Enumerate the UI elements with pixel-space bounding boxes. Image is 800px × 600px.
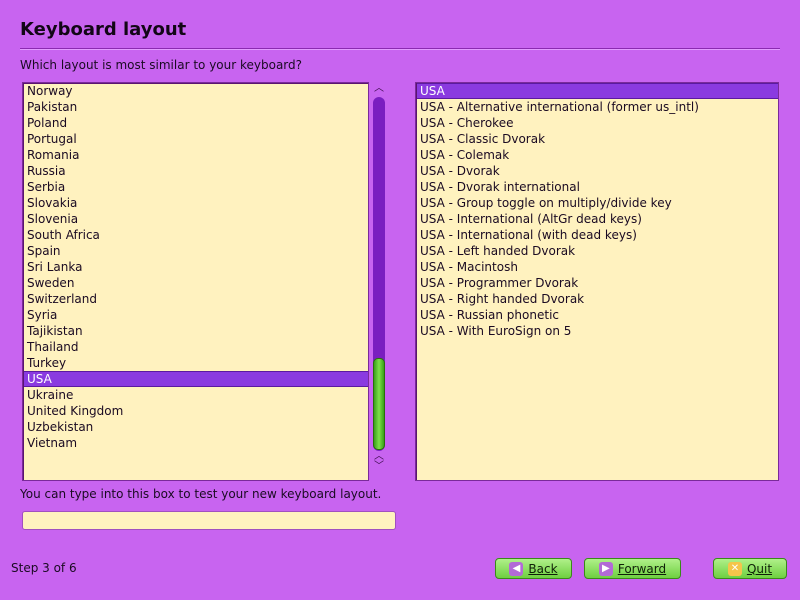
country-list-scrollbar[interactable]: ︿ ︿ ﹀ bbox=[370, 82, 388, 479]
variants-item[interactable]: USA - Dvorak international bbox=[417, 179, 778, 195]
forward-button[interactable]: ▶ Forward bbox=[584, 558, 681, 579]
countries-item[interactable]: Ukraine bbox=[24, 387, 368, 403]
countries-item[interactable]: Slovenia bbox=[24, 211, 368, 227]
arrow-right-icon: ▶ bbox=[598, 561, 613, 576]
countries-item[interactable]: Romania bbox=[24, 147, 368, 163]
chevron-up-icon[interactable]: ︿ bbox=[370, 82, 388, 96]
variants-item[interactable]: USA - Right handed Dvorak bbox=[417, 291, 778, 307]
quit-button[interactable]: ✕ Quit bbox=[713, 558, 787, 579]
countries-item[interactable]: Spain bbox=[24, 243, 368, 259]
scrollbar-thumb[interactable] bbox=[373, 358, 385, 450]
variants-item[interactable]: USA - Programmer Dvorak bbox=[417, 275, 778, 291]
countries-item[interactable]: Slovakia bbox=[24, 195, 368, 211]
variants-item[interactable]: USA - International (AltGr dead keys) bbox=[417, 211, 778, 227]
keyboard-test-input[interactable] bbox=[22, 511, 396, 530]
variants-item-selected[interactable]: USA bbox=[417, 83, 778, 99]
countries-item[interactable]: Pakistan bbox=[24, 99, 368, 115]
test-hint: You can type into this box to test your … bbox=[20, 487, 382, 501]
countries-item[interactable]: Thailand bbox=[24, 339, 368, 355]
countries-item[interactable]: Russia bbox=[24, 163, 368, 179]
countries-item[interactable]: Sweden bbox=[24, 275, 368, 291]
country-list[interactable]: Norway Pakistan Poland Portugal Romania Russi… bbox=[22, 82, 369, 481]
countries-item[interactable]: Poland bbox=[24, 115, 368, 131]
countries-item[interactable]: Sri Lanka bbox=[24, 259, 368, 275]
countries-item[interactable]: Norway bbox=[24, 83, 368, 99]
back-button[interactable]: ◀ Back bbox=[495, 558, 572, 579]
variant-list-items: USA USA - Alternative international (form… bbox=[417, 83, 778, 339]
variants-item[interactable]: USA - International (with dead keys) bbox=[417, 227, 778, 243]
countries-item[interactable]: Syria bbox=[24, 307, 368, 323]
variants-item[interactable]: USA - Alternative international (former … bbox=[417, 99, 778, 115]
variants-item[interactable]: USA - With EuroSign on 5 bbox=[417, 323, 778, 339]
chevron-down-icon[interactable]: ︿ ﹀ bbox=[370, 452, 388, 472]
countries-item[interactable]: Tajikistan bbox=[24, 323, 368, 339]
countries-item[interactable]: Serbia bbox=[24, 179, 368, 195]
variants-item[interactable]: USA - Colemak bbox=[417, 147, 778, 163]
arrow-left-icon: ◀ bbox=[509, 561, 524, 576]
layout-question: Which layout is most similar to your key… bbox=[20, 58, 303, 72]
variants-item[interactable]: USA - Macintosh bbox=[417, 259, 778, 275]
variants-item[interactable]: USA - Russian phonetic bbox=[417, 307, 778, 323]
country-list-items: Norway Pakistan Poland Portugal Romania Russi… bbox=[24, 83, 368, 451]
variants-item[interactable]: USA - Classic Dvorak bbox=[417, 131, 778, 147]
page-title: Keyboard layout bbox=[20, 19, 187, 40]
quit-button-label: Quit bbox=[746, 561, 773, 576]
variant-list[interactable]: USA USA - Alternative international (form… bbox=[415, 82, 779, 481]
variants-item[interactable]: USA - Left handed Dvorak bbox=[417, 243, 778, 259]
countries-item[interactable]: South Africa bbox=[24, 227, 368, 243]
countries-item[interactable]: Portugal bbox=[24, 131, 368, 147]
step-indicator: Step 3 of 6 bbox=[11, 561, 77, 575]
variants-item[interactable]: USA - Dvorak bbox=[417, 163, 778, 179]
countries-item[interactable]: Uzbekistan bbox=[24, 419, 368, 435]
title-divider bbox=[20, 48, 780, 49]
countries-item-selected[interactable]: USA bbox=[24, 371, 368, 387]
quit-icon: ✕ bbox=[727, 561, 742, 576]
countries-item[interactable]: Turkey bbox=[24, 355, 368, 371]
countries-item[interactable]: Switzerland bbox=[24, 291, 368, 307]
variants-item[interactable]: USA - Cherokee bbox=[417, 115, 778, 131]
countries-item[interactable]: Vietnam bbox=[24, 435, 368, 451]
forward-button-label: Forward bbox=[617, 561, 667, 576]
back-button-label: Back bbox=[528, 561, 558, 576]
variants-item[interactable]: USA - Group toggle on multiply/divide ke… bbox=[417, 195, 778, 211]
countries-item[interactable]: United Kingdom bbox=[24, 403, 368, 419]
